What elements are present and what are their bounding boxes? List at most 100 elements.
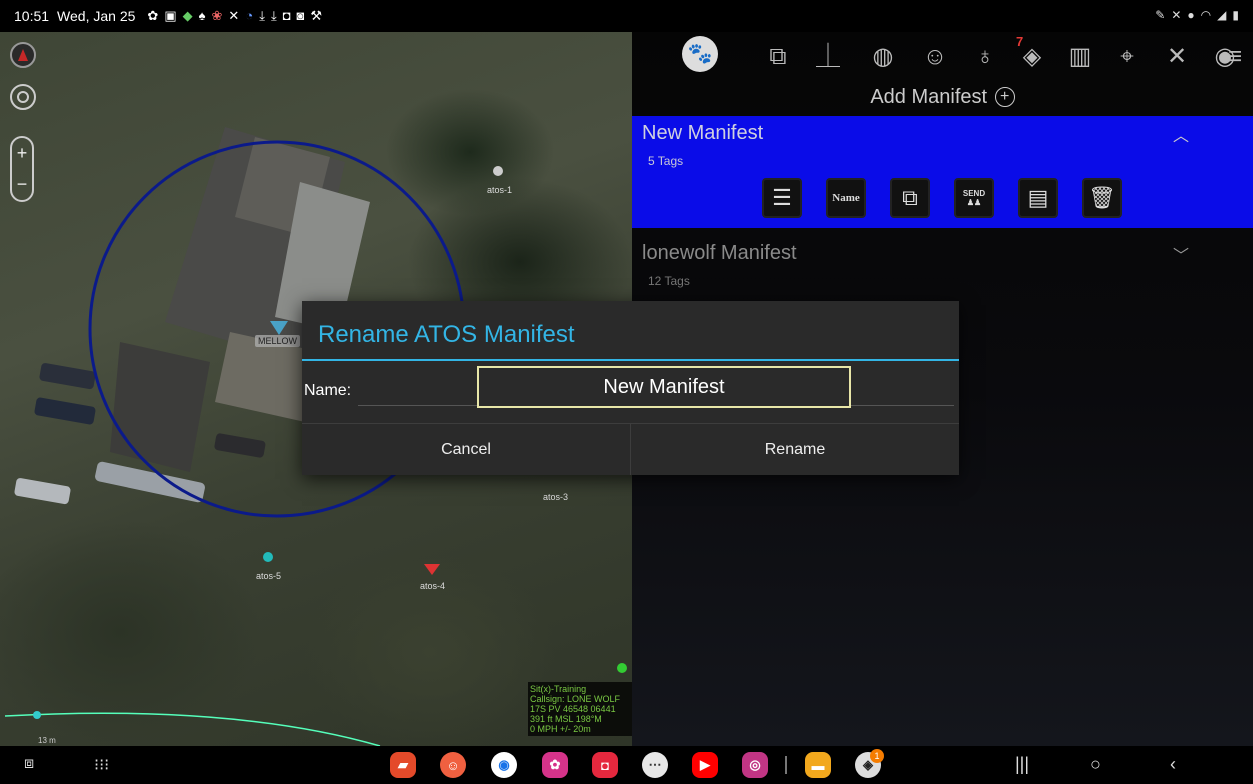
map-icon[interactable]: ▥ bbox=[1065, 42, 1095, 72]
details-icon[interactable]: ☰ bbox=[762, 178, 802, 218]
zoom-out-icon[interactable]: − bbox=[17, 174, 28, 195]
messages-icon[interactable]: ⋯ bbox=[642, 752, 668, 778]
save-icon[interactable]: ▤ bbox=[1018, 178, 1058, 218]
marker-label: atos-4 bbox=[420, 581, 446, 591]
copy-icon[interactable]: ⧉ bbox=[890, 178, 930, 218]
marker-atos-1[interactable] bbox=[493, 166, 503, 176]
people-glyph: ♟♟ bbox=[966, 198, 982, 207]
back-icon[interactable]: ‹ bbox=[1170, 754, 1176, 775]
route-line bbox=[4, 712, 381, 746]
navigation-bar: ⧈ ⁝⁝⁝ ▰ ☺ ◉ ✿ ◘ ⋯ ▶ ◎ ▬ ◈ 1 ||| ○ ‹ bbox=[0, 746, 1253, 784]
name-input[interactable] bbox=[477, 366, 851, 408]
globe-icon[interactable]: ◍ bbox=[868, 42, 898, 72]
pen-icon: ✎ bbox=[1155, 8, 1166, 22]
android-icon: ◆ bbox=[182, 8, 193, 23]
scale-label: 13 m bbox=[38, 736, 56, 745]
manifest-tag-count: 12 Tags bbox=[648, 274, 690, 288]
status-bar: 10:51 Wed, Jan 25 ✿ ▣ ◆ ♠ ❀ ✕ ◔ ⤓ ⤓ ◘ ◙ … bbox=[0, 0, 1253, 32]
dialog-buttons: Cancel Rename bbox=[302, 423, 959, 475]
flipboard-icon[interactable]: ▰ bbox=[390, 752, 416, 778]
gear-icon: ✿ bbox=[147, 8, 159, 23]
marker-label: atos-3 bbox=[543, 492, 569, 502]
manifest-actions: ☰ Name ⧉ SEND ♟♟ ▤ 🗑 bbox=[762, 178, 1122, 218]
marker-label: atos-5 bbox=[256, 571, 282, 581]
app-drawer-icon[interactable]: ⁝⁝⁝ bbox=[94, 755, 109, 775]
contacts-icon[interactable]: ♁ bbox=[970, 42, 1000, 72]
marker-atos-4[interactable] bbox=[424, 564, 440, 575]
plus-icon: + bbox=[994, 87, 1015, 107]
image-icon: ◙ bbox=[296, 8, 305, 23]
recents-icon[interactable]: ||| bbox=[1015, 754, 1029, 775]
dock-divider bbox=[785, 756, 787, 774]
rename-icon-label: Name bbox=[832, 192, 860, 204]
zoom-in-icon[interactable]: + bbox=[17, 143, 28, 164]
taskbar-icon[interactable]: ⧈ bbox=[24, 755, 34, 773]
manifest-title: lonewolf Manifest bbox=[642, 242, 797, 264]
dialog-title: Rename ATOS Manifest bbox=[318, 321, 575, 348]
wifi-icon: ◠ bbox=[1200, 8, 1212, 22]
youtube-icon[interactable]: ▶ bbox=[692, 752, 718, 778]
manifest-item[interactable]: lonewolf Manifest 12 Tags ﹀ bbox=[632, 236, 1253, 296]
manifest-title: New Manifest bbox=[642, 122, 764, 144]
rename-icon[interactable]: Name bbox=[826, 178, 866, 218]
measure-icon[interactable]: ⏊ bbox=[813, 42, 843, 72]
info-line: Callsign: LONE WOLF bbox=[530, 694, 621, 704]
rename-button[interactable]: Rename bbox=[631, 424, 959, 475]
screenshot-icon: ◘ bbox=[282, 8, 291, 23]
export-icon[interactable]: ⧉ bbox=[763, 42, 793, 72]
home-icon[interactable]: ○ bbox=[1090, 754, 1101, 775]
vehicle bbox=[34, 397, 96, 425]
add-manifest-button[interactable]: Add Manifest + bbox=[632, 86, 1253, 109]
tools-icon[interactable]: ✕ bbox=[1162, 42, 1192, 72]
download-icon: ⤓ bbox=[259, 8, 265, 23]
marker-label: MELLOW bbox=[255, 335, 301, 347]
chrome-icon[interactable]: ◉ bbox=[491, 752, 517, 778]
status-date: Wed, Jan 25 bbox=[57, 8, 136, 24]
info-line: 17S PV 46548 06441 bbox=[530, 704, 616, 714]
locate-button[interactable] bbox=[10, 84, 36, 110]
contacts-app-icon[interactable]: ☺ bbox=[440, 752, 466, 778]
files-icon[interactable]: ▬ bbox=[805, 752, 831, 778]
zoom-control[interactable]: + − bbox=[10, 136, 34, 202]
building bbox=[110, 342, 210, 472]
download-icon: ⤓ bbox=[270, 8, 277, 23]
add-manifest-label: Add Manifest bbox=[870, 86, 988, 108]
chevron-up-icon[interactable]: ︿ bbox=[1173, 122, 1189, 146]
vehicle bbox=[39, 363, 96, 390]
bixby-icon[interactable]: ✿ bbox=[542, 752, 568, 778]
status-time: 10:51 bbox=[14, 8, 50, 24]
contacts-icon[interactable]: ☺ bbox=[920, 42, 950, 72]
trash-icon[interactable]: 🗑 bbox=[1082, 178, 1122, 218]
signal-icon: ◢ bbox=[1217, 8, 1227, 22]
wrench-icon: ⚒ bbox=[310, 8, 323, 23]
paw-icon[interactable]: 🐾 bbox=[682, 36, 718, 72]
location-icon: ● bbox=[1187, 8, 1195, 22]
manifest-tag-count: 5 Tags bbox=[648, 154, 684, 168]
gallery-icon: ▣ bbox=[164, 8, 177, 23]
notification-icons: ✿ ▣ ◆ ♠ ❀ ✕ ◔ ⤓ ⤓ ◘ ◙ ⚒ bbox=[147, 8, 322, 24]
flower-icon: ❀ bbox=[211, 8, 223, 23]
rename-dialog: Rename ATOS Manifest Name: Cancel Rename bbox=[302, 301, 959, 475]
camera-icon[interactable]: ◘ bbox=[592, 752, 618, 778]
name-label: Name: bbox=[304, 382, 352, 399]
vehicle bbox=[214, 433, 266, 458]
self-info-box: Sit(x)-Training Callsign: LONE WOLF 17S … bbox=[528, 682, 632, 736]
notification-badge: 1 bbox=[870, 749, 884, 763]
cancel-button[interactable]: Cancel bbox=[302, 424, 631, 475]
instagram-icon[interactable]: ◎ bbox=[742, 752, 768, 778]
marker-atos-5[interactable] bbox=[263, 552, 273, 562]
menu-icon[interactable]: ≡ bbox=[1220, 42, 1250, 72]
send-icon[interactable]: SEND ♟♟ bbox=[954, 178, 994, 218]
route-point bbox=[33, 711, 41, 719]
add-point-icon[interactable]: ⌖ bbox=[1112, 42, 1142, 72]
mute-icon: ✕ bbox=[1171, 8, 1182, 22]
chevron-down-icon[interactable]: ﹀ bbox=[1173, 242, 1189, 266]
marker-label: atos-1 bbox=[487, 185, 513, 195]
marker-self[interactable] bbox=[617, 663, 627, 673]
toolbar: 🐾 ⧉ ⏊ ◍ ☺ ♁ 7 ◈ ▥ ⌖ ✕ ◉ ≡ bbox=[632, 32, 1253, 80]
manifest-item-selected[interactable]: New Manifest 5 Tags ︿ ☰ Name ⧉ SEND ♟♟ ▤ … bbox=[632, 116, 1253, 228]
divider bbox=[302, 359, 959, 361]
layers-icon[interactable]: ◈ bbox=[1017, 42, 1047, 72]
bell-icon: ♠ bbox=[198, 8, 206, 23]
compass-button[interactable] bbox=[10, 42, 36, 68]
